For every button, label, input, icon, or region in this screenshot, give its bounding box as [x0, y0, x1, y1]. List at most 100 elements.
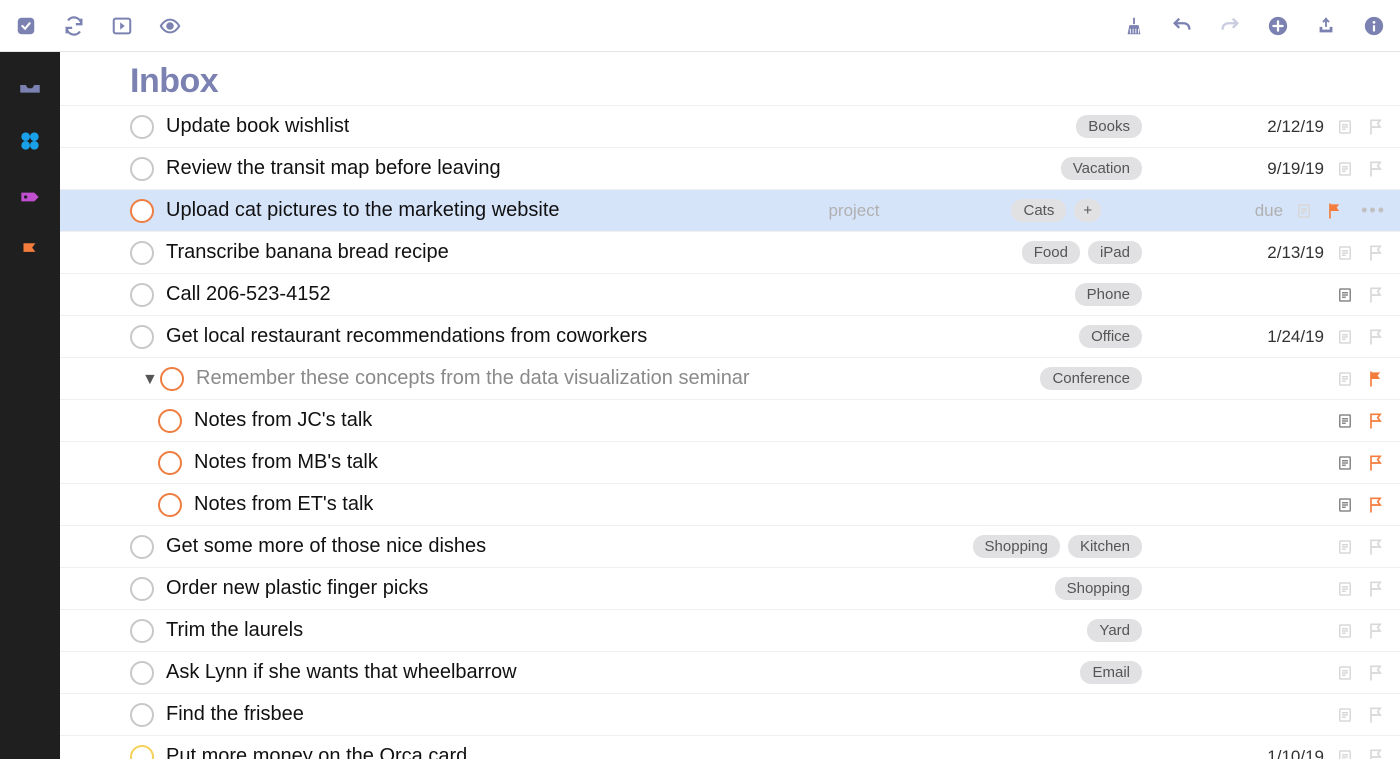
- focus-icon[interactable]: [110, 14, 134, 38]
- task-title[interactable]: Notes from MB's talk: [194, 451, 378, 474]
- sidebar-projects-icon[interactable]: [15, 126, 45, 156]
- task-row[interactable]: Notes from JC's talk: [60, 399, 1400, 441]
- redo-icon[interactable]: [1218, 14, 1242, 38]
- sidebar-inbox-icon[interactable]: [15, 70, 45, 100]
- note-icon[interactable]: [1336, 370, 1354, 388]
- tag-pill[interactable]: Shopping: [973, 535, 1060, 558]
- task-title[interactable]: Upload cat pictures to the marketing web…: [166, 199, 560, 222]
- task-row[interactable]: Call 206-523-4152 Phone: [60, 273, 1400, 315]
- task-row[interactable]: Notes from MB's talk: [60, 441, 1400, 483]
- sync-icon[interactable]: [62, 14, 86, 38]
- task-title[interactable]: Call 206-523-4152: [166, 283, 331, 306]
- undo-icon[interactable]: [1170, 14, 1194, 38]
- note-icon[interactable]: [1336, 664, 1354, 682]
- task-row[interactable]: Upload cat pictures to the marketing web…: [60, 189, 1400, 231]
- status-circle[interactable]: [130, 115, 154, 139]
- tag-pill[interactable]: Phone: [1075, 283, 1142, 306]
- flag-icon[interactable]: [1366, 159, 1386, 179]
- task-title[interactable]: Notes from ET's talk: [194, 493, 373, 516]
- share-icon[interactable]: [1314, 14, 1338, 38]
- tag-pill[interactable]: Email: [1080, 661, 1142, 684]
- cleanup-icon[interactable]: [1122, 14, 1146, 38]
- task-title[interactable]: Get some more of those nice dishes: [166, 535, 486, 558]
- note-icon[interactable]: [1336, 748, 1354, 759]
- sidebar-tags-icon[interactable]: [15, 182, 45, 212]
- due-date[interactable]: 2/13/19: [1244, 243, 1324, 263]
- flag-icon[interactable]: [1366, 285, 1386, 305]
- task-row[interactable]: Ask Lynn if she wants that wheelbarrow E…: [60, 651, 1400, 693]
- task-title[interactable]: Find the frisbee: [166, 703, 304, 726]
- status-circle[interactable]: [130, 325, 154, 349]
- due-date[interactable]: 1/24/19: [1244, 327, 1324, 347]
- flag-icon[interactable]: [1366, 747, 1386, 759]
- status-circle[interactable]: [158, 451, 182, 475]
- task-title[interactable]: Put more money on the Orca card: [166, 745, 467, 759]
- note-icon[interactable]: [1336, 286, 1354, 304]
- flag-icon[interactable]: [1366, 117, 1386, 137]
- flag-icon[interactable]: [1366, 327, 1386, 347]
- tag-pill[interactable]: Shopping: [1055, 577, 1142, 600]
- flag-icon[interactable]: [1366, 495, 1386, 515]
- task-title[interactable]: Get local restaurant recommendations fro…: [166, 325, 647, 348]
- sidebar-flagged-icon[interactable]: [15, 238, 45, 268]
- flag-icon[interactable]: [1325, 201, 1345, 221]
- task-row[interactable]: Trim the laurels Yard: [60, 609, 1400, 651]
- tag-pill[interactable]: Conference: [1040, 367, 1142, 390]
- tag-pill[interactable]: Kitchen: [1068, 535, 1142, 558]
- tag-pill[interactable]: Books: [1076, 115, 1142, 138]
- note-icon[interactable]: [1336, 118, 1354, 136]
- note-icon[interactable]: [1336, 328, 1354, 346]
- task-row[interactable]: ▼ Remember these concepts from the data …: [60, 357, 1400, 399]
- project-placeholder[interactable]: project: [828, 201, 879, 221]
- task-row[interactable]: Transcribe banana bread recipe FoodiPad …: [60, 231, 1400, 273]
- tag-pill[interactable]: iPad: [1088, 241, 1142, 264]
- status-circle[interactable]: [130, 661, 154, 685]
- task-title[interactable]: Order new plastic finger picks: [166, 577, 428, 600]
- tag-pill[interactable]: Yard: [1087, 619, 1142, 642]
- flag-icon[interactable]: [1366, 453, 1386, 473]
- flag-icon[interactable]: [1366, 243, 1386, 263]
- note-icon[interactable]: [1336, 412, 1354, 430]
- note-icon[interactable]: [1336, 580, 1354, 598]
- flag-icon[interactable]: [1366, 663, 1386, 683]
- note-icon[interactable]: [1295, 202, 1313, 220]
- task-row[interactable]: Update book wishlist Books 2/12/19: [60, 105, 1400, 147]
- status-circle[interactable]: [130, 745, 154, 759]
- due-date[interactable]: 2/12/19: [1244, 117, 1324, 137]
- task-row[interactable]: Notes from ET's talk: [60, 483, 1400, 525]
- note-icon[interactable]: [1336, 454, 1354, 472]
- task-title[interactable]: Trim the laurels: [166, 619, 303, 642]
- task-title[interactable]: Notes from JC's talk: [194, 409, 372, 432]
- tag-pill[interactable]: Cats: [1011, 199, 1066, 222]
- flag-icon[interactable]: [1366, 621, 1386, 641]
- status-circle[interactable]: [158, 409, 182, 433]
- due-date[interactable]: 1/10/19: [1244, 747, 1324, 759]
- task-row[interactable]: Put more money on the Orca card 1/10/19: [60, 735, 1400, 759]
- status-circle[interactable]: [130, 703, 154, 727]
- note-icon[interactable]: [1336, 496, 1354, 514]
- flag-icon[interactable]: [1366, 579, 1386, 599]
- note-icon[interactable]: [1336, 706, 1354, 724]
- info-icon[interactable]: [1362, 14, 1386, 38]
- due-date[interactable]: 9/19/19: [1244, 159, 1324, 179]
- status-circle[interactable]: [130, 157, 154, 181]
- due-date-placeholder[interactable]: due: [1203, 201, 1283, 221]
- status-circle[interactable]: [158, 493, 182, 517]
- tag-pill[interactable]: Office: [1079, 325, 1142, 348]
- task-row[interactable]: Review the transit map before leaving Va…: [60, 147, 1400, 189]
- status-circle[interactable]: [130, 199, 154, 223]
- add-icon[interactable]: [1266, 14, 1290, 38]
- status-circle[interactable]: [160, 367, 184, 391]
- status-circle[interactable]: [130, 619, 154, 643]
- task-title[interactable]: Remember these concepts from the data vi…: [196, 367, 750, 390]
- flag-icon[interactable]: [1366, 369, 1386, 389]
- task-title[interactable]: Review the transit map before leaving: [166, 157, 501, 180]
- flag-icon[interactable]: [1366, 537, 1386, 557]
- task-title[interactable]: Update book wishlist: [166, 115, 349, 138]
- status-circle[interactable]: [130, 535, 154, 559]
- task-row[interactable]: Get local restaurant recommendations fro…: [60, 315, 1400, 357]
- task-title[interactable]: Ask Lynn if she wants that wheelbarrow: [166, 661, 517, 684]
- note-icon[interactable]: [1336, 160, 1354, 178]
- task-title[interactable]: Transcribe banana bread recipe: [166, 241, 449, 264]
- task-row[interactable]: Get some more of those nice dishes Shopp…: [60, 525, 1400, 567]
